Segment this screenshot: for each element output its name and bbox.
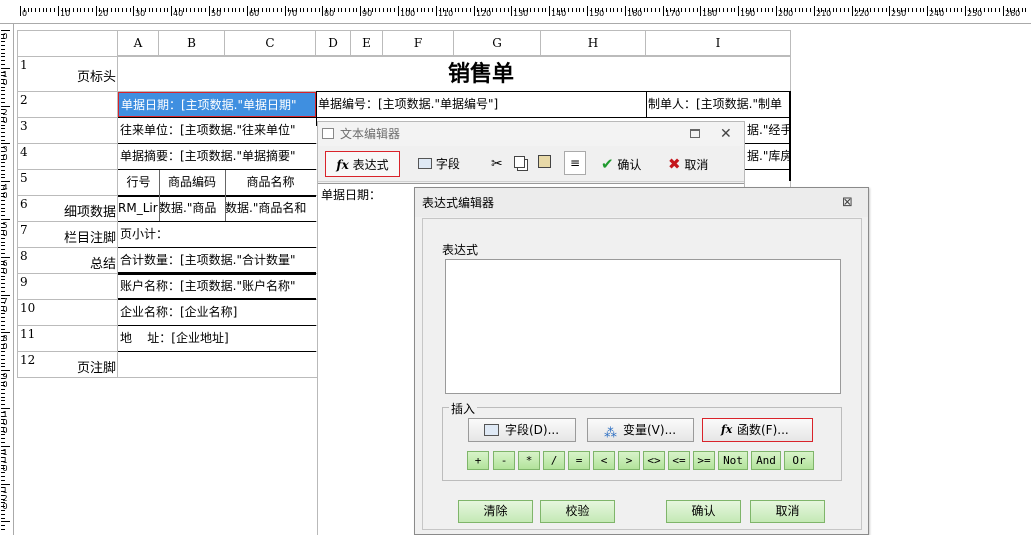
cell-page-subtotal[interactable]: 页小计： [118,222,316,247]
cell-header-line-no[interactable]: 行号 [118,170,159,195]
cell-detail-code[interactable]: 数据."商品 [159,196,225,221]
row-number[interactable]: 4 [20,145,28,159]
check-icon: ✔ [601,155,614,173]
operator-and-button[interactable]: And [751,451,781,470]
insert-function-button[interactable]: fx 函数(F)... [702,418,813,442]
row-number[interactable]: 1 [20,58,28,72]
ok-button[interactable]: 确认 [666,500,741,523]
align-icon[interactable]: ≡ [564,151,586,175]
restore-icon[interactable] [690,129,700,138]
cancel-button[interactable]: ✖ 取消 [668,151,718,177]
operator-multiply-button[interactable]: * [518,451,540,470]
operator-not-equal-button[interactable]: <> [643,451,665,470]
x-icon: ✖ [668,155,681,173]
insert-field-button[interactable]: 字段(D)... [468,418,576,442]
column-header-d[interactable]: D [316,30,351,56]
band-label-column-footer: 栏目注脚 [63,231,116,246]
copy-icon[interactable] [514,151,525,177]
row-number[interactable]: 9 [20,275,28,289]
clear-button[interactable]: 清除 [458,500,533,523]
cell-maker[interactable]: 制单人：[主项数据."制单 [646,92,791,117]
fx-icon: fx [336,158,349,172]
text-editor-title: 文本编辑器 [340,127,401,141]
expression-editor-title: 表达式编辑器 [422,196,495,210]
column-header-a[interactable]: A [118,30,159,56]
report-title[interactable]: 销售单 [316,57,646,91]
row-number[interactable]: 2 [20,93,28,107]
cell-handler[interactable]: 据."经手 [745,118,791,143]
band-label-detail: 细项数据 [63,205,116,220]
operator-less-equal-button[interactable]: <= [668,451,690,470]
cell-header-product-name[interactable]: 商品名称 [225,170,316,195]
column-header-c[interactable]: C [225,30,316,56]
operator-or-button[interactable]: Or [784,451,814,470]
row-number[interactable]: 10 [20,301,35,315]
band-label-page-footer: 页注脚 [76,361,116,376]
variable-icon: ⁂ [604,426,617,441]
row-number[interactable]: 7 [20,223,28,237]
column-header-i[interactable]: I [646,30,791,56]
row-number[interactable]: 3 [20,119,28,133]
cell-detail-name[interactable]: 数据."商品名和 [225,196,316,221]
cell-company-name[interactable]: 企业名称：[企业名称] [118,300,316,325]
text-editor-toolbar: fx 表达式 字段 ✂ ≡ ✔ 确认 ✖ 取消 [318,146,744,182]
insert-group-label: 插入 [449,400,478,417]
column-header-b[interactable]: B [159,30,225,56]
row-number[interactable]: 12 [20,353,35,367]
cell-partner-unit[interactable]: 往来单位：[主项数据."往来单位" [118,118,316,143]
band-label-summary: 总结 [89,257,116,272]
paste-icon[interactable] [538,151,551,177]
cell-bill-number[interactable]: 单据编号：[主项数据."单据编号"] [316,92,646,117]
cell-warehouse[interactable]: 据."库房 [745,144,791,169]
row-number[interactable]: 8 [20,249,28,263]
cell-total-quantity[interactable]: 合计数量：[主项数据."合计数量" [118,248,316,273]
cell-bill-summary[interactable]: 单据摘要：[主项数据."单据摘要" [118,144,316,169]
window-icon [322,128,334,139]
operator-divide-button[interactable]: / [543,451,565,470]
cancel-button[interactable]: 取消 [750,500,825,523]
operator-equal-button[interactable]: = [568,451,590,470]
expression-input[interactable] [445,259,841,394]
cut-icon[interactable]: ✂ [491,151,503,177]
band-label-page-header: 页标头 [76,70,116,85]
row-number[interactable]: 11 [20,327,35,341]
operator-not-button[interactable]: Not [718,451,748,470]
expression-label: 表达式 [442,243,479,257]
field-button[interactable]: 字段 [418,151,468,177]
insert-variable-button[interactable]: ⁂ 变量(V)... [587,418,694,442]
operator-plus-button[interactable]: + [467,451,489,470]
row-number[interactable]: 5 [20,171,28,185]
operator-greater-equal-button[interactable]: >= [693,451,715,470]
cell-detail-line[interactable]: RM_Lir [118,196,159,221]
operator-less-button[interactable]: < [593,451,615,470]
expression-editor-dialog: 表达式编辑器 ⊠ 表达式 插入 字段(D)... ⁂ 变量(V)... fx 函… [414,187,869,535]
cell-account-name[interactable]: 账户名称：[主项数据."账户名称" [118,274,316,299]
close-icon[interactable]: ⊠ [842,188,853,218]
table-icon [484,424,499,436]
column-header-f[interactable]: F [383,30,454,56]
cell-header-product-code[interactable]: 商品编码 [159,170,225,195]
column-header-h[interactable]: H [541,30,646,56]
confirm-button[interactable]: ✔ 确认 [601,151,651,177]
expression-button[interactable]: fx 表达式 [325,151,400,177]
column-header-e[interactable]: E [351,30,383,56]
cell-company-address[interactable]: 地 址：[企业地址] [118,326,316,351]
cell-bill-date[interactable]: 单据日期：[主项数据."单据日期" [118,92,316,117]
fx-icon: fx [721,423,733,436]
column-header-g[interactable]: G [454,30,541,56]
row-number[interactable]: 6 [20,197,28,211]
text-editor-titlebar[interactable]: 文本编辑器 ✕ [318,122,744,146]
verify-button[interactable]: 校验 [540,500,615,523]
operator-greater-button[interactable]: > [618,451,640,470]
field-icon [418,158,432,169]
operator-minus-button[interactable]: - [493,451,515,470]
close-icon[interactable]: ✕ [720,122,732,146]
expression-editor-titlebar[interactable]: 表达式编辑器 ⊠ [415,188,868,217]
